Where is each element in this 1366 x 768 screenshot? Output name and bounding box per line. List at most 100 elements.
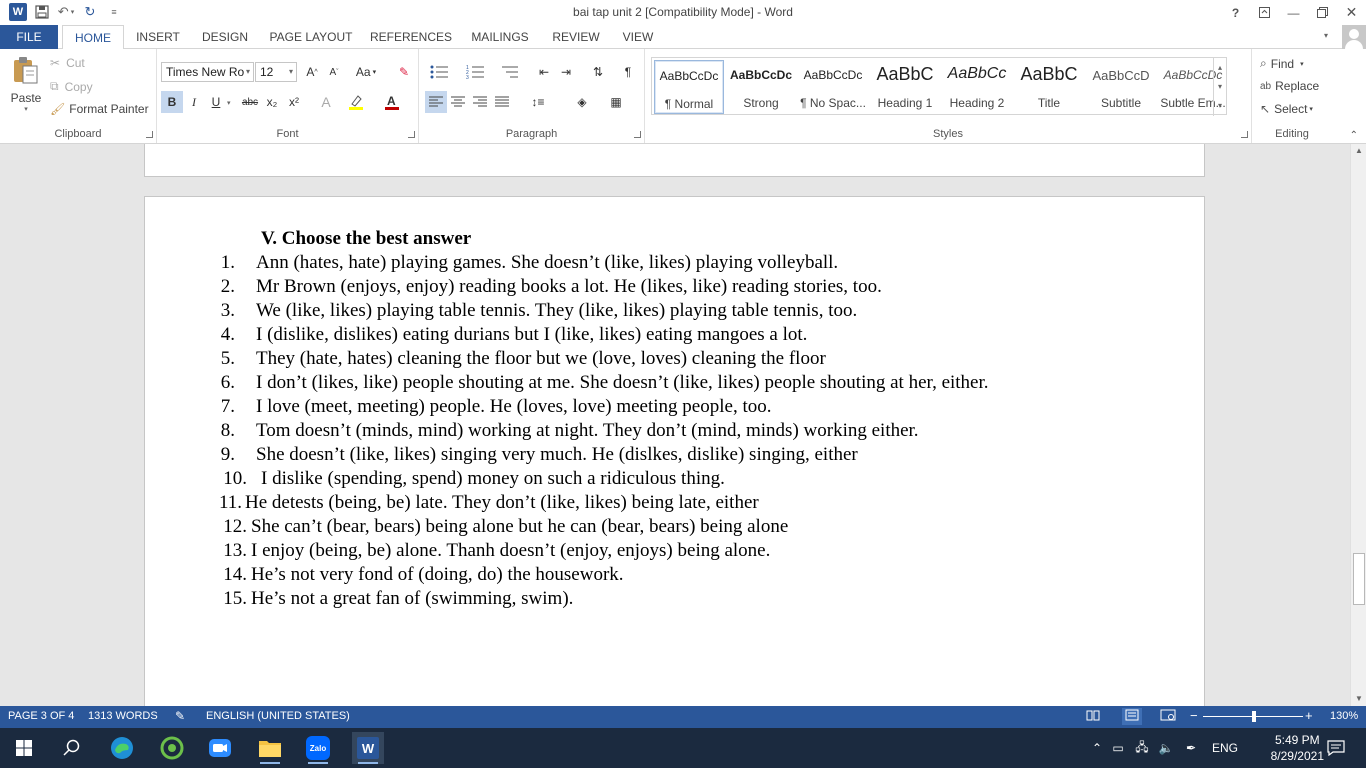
- show-formatting-icon[interactable]: ¶: [617, 61, 639, 83]
- paragraph-launcher-icon[interactable]: [634, 131, 641, 138]
- style-subtitle[interactable]: AaBbCcD Subtitle: [1086, 60, 1156, 114]
- line-spacing-icon[interactable]: ↕≡: [523, 91, 553, 113]
- borders-icon[interactable]: ▦: [601, 91, 631, 113]
- pen-icon[interactable]: ✒: [1178, 741, 1204, 755]
- restore-icon[interactable]: [1308, 0, 1337, 25]
- collapse-ribbon-icon[interactable]: ⌃: [1350, 130, 1358, 141]
- style-heading-2[interactable]: AaBbCc Heading 2: [942, 60, 1012, 114]
- align-center-icon[interactable]: [447, 91, 469, 113]
- find-button[interactable]: ⌕ Find ▾: [1260, 56, 1304, 71]
- chevron-down-icon[interactable]: ▾: [1324, 31, 1328, 40]
- network-icon[interactable]: 🖧: [1130, 738, 1154, 759]
- app-green-icon[interactable]: [156, 732, 188, 764]
- tab-home[interactable]: HOME: [62, 25, 124, 50]
- font-size-box[interactable]: 12 ▾: [255, 62, 297, 82]
- style-title[interactable]: AaBbC Title: [1014, 60, 1084, 114]
- document-area[interactable]: V. Choose the best answer 1. Ann (hates, …: [0, 144, 1350, 706]
- shrink-font-icon[interactable]: Aˇ: [323, 61, 345, 83]
- shading-icon[interactable]: ◈: [567, 91, 597, 113]
- bold-button[interactable]: B: [161, 91, 183, 113]
- help-button[interactable]: ?: [1221, 0, 1250, 25]
- zoom-level[interactable]: 130%: [1330, 710, 1358, 722]
- strikethrough-button[interactable]: abc: [239, 91, 261, 113]
- paste-button[interactable]: Paste ▾: [6, 55, 46, 121]
- account-avatar[interactable]: [1342, 25, 1366, 49]
- decrease-indent-icon[interactable]: ⇤: [533, 61, 555, 83]
- zoom-meeting-icon[interactable]: [204, 732, 236, 764]
- vertical-scrollbar[interactable]: ▲ ▼: [1350, 144, 1366, 706]
- highlight-icon[interactable]: [345, 91, 367, 113]
- multilevel-list-icon[interactable]: [495, 61, 525, 83]
- format-painter-button[interactable]: 🖌 Format Painter: [50, 102, 149, 116]
- notifications-icon[interactable]: [1320, 732, 1352, 764]
- bullets-icon[interactable]: [425, 61, 455, 83]
- tab-references[interactable]: REFERENCES: [368, 25, 454, 49]
- styles-launcher-icon[interactable]: [1241, 131, 1248, 138]
- tab-insert[interactable]: INSERT: [130, 25, 186, 49]
- cut-button[interactable]: ✂ Cut: [50, 56, 85, 70]
- select-button[interactable]: ↖ Select ▾: [1260, 102, 1313, 116]
- word-count[interactable]: 1313 WORDS: [88, 710, 158, 722]
- style-no-spacing[interactable]: AaBbCcDc ¶ No Spac...: [798, 60, 868, 114]
- gallery-scroll[interactable]: ▴ ▾ ▾: [1213, 58, 1226, 116]
- copy-button[interactable]: ⧉ Copy: [50, 79, 93, 94]
- page-count[interactable]: PAGE 3 OF 4: [8, 710, 74, 722]
- minimize-icon[interactable]: —: [1279, 0, 1308, 25]
- style-normal[interactable]: AaBbCcDc ¶ Normal: [654, 60, 724, 114]
- gallery-more-icon[interactable]: ▾: [1214, 96, 1226, 115]
- edge-browser-icon[interactable]: [106, 732, 138, 764]
- tab-view[interactable]: VIEW: [616, 25, 660, 49]
- zoom-in-button[interactable]: +: [1305, 708, 1313, 723]
- windows-start-icon[interactable]: [8, 732, 40, 764]
- align-right-icon[interactable]: [469, 91, 491, 113]
- read-mode-icon[interactable]: [1086, 709, 1100, 724]
- proofing-icon[interactable]: ✎: [175, 709, 185, 723]
- tab-page-layout[interactable]: PAGE LAYOUT: [264, 25, 358, 49]
- zoom-out-button[interactable]: −: [1190, 708, 1198, 723]
- zoom-slider-thumb[interactable]: [1252, 711, 1256, 722]
- ribbon-display-options-icon[interactable]: [1250, 0, 1279, 25]
- input-language[interactable]: ENG: [1204, 741, 1246, 755]
- word-taskbar-icon[interactable]: W: [352, 732, 384, 764]
- numbering-icon[interactable]: 123: [461, 61, 491, 83]
- chevron-down-icon[interactable]: ▾: [227, 99, 231, 107]
- change-case-button[interactable]: Aa ▾: [351, 61, 381, 83]
- document-page[interactable]: V. Choose the best answer 1. Ann (hates, …: [144, 196, 1205, 706]
- web-layout-icon[interactable]: [1160, 709, 1176, 724]
- style-heading-1[interactable]: AaBbC Heading 1: [870, 60, 940, 114]
- volume-icon[interactable]: 🔈: [1154, 741, 1178, 755]
- tab-mailings[interactable]: MAILINGS: [464, 25, 536, 49]
- close-icon[interactable]: ✕: [1337, 0, 1366, 25]
- scroll-up-icon[interactable]: ▲: [1351, 144, 1366, 158]
- search-icon[interactable]: [56, 732, 88, 764]
- battery-icon[interactable]: ▭: [1106, 741, 1130, 755]
- font-name-box[interactable]: Times New Ro ▾: [161, 62, 254, 82]
- zalo-icon[interactable]: Zalo: [302, 732, 334, 764]
- justify-icon[interactable]: [491, 91, 513, 113]
- grow-font-icon[interactable]: A ^: [301, 61, 323, 83]
- gallery-down-icon[interactable]: ▾: [1214, 77, 1226, 96]
- scroll-thumb[interactable]: [1353, 553, 1365, 605]
- system-clock[interactable]: 5:49 PM 8/29/2021: [1271, 732, 1324, 764]
- subscript-button[interactable]: x₂: [261, 91, 283, 113]
- style-strong[interactable]: AaBbCcDc Strong: [726, 60, 796, 114]
- align-left-icon[interactable]: [425, 91, 447, 113]
- tab-design[interactable]: DESIGN: [196, 25, 254, 49]
- tab-file[interactable]: FILE: [0, 25, 58, 49]
- replace-button[interactable]: ab Replace: [1260, 79, 1319, 93]
- tab-review[interactable]: REVIEW: [546, 25, 606, 49]
- show-hidden-icons-icon[interactable]: ⌃: [1088, 741, 1106, 755]
- gallery-up-icon[interactable]: ▴: [1214, 58, 1226, 77]
- scroll-down-icon[interactable]: ▼: [1351, 692, 1366, 706]
- clipboard-launcher-icon[interactable]: [146, 131, 153, 138]
- italic-button[interactable]: I: [183, 91, 205, 113]
- sort-icon[interactable]: ⇅: [587, 61, 609, 83]
- text-effects-icon[interactable]: A: [315, 91, 337, 113]
- font-color-icon[interactable]: A: [381, 91, 403, 113]
- print-layout-icon[interactable]: [1122, 708, 1142, 725]
- increase-indent-icon[interactable]: ⇥: [555, 61, 577, 83]
- file-explorer-icon[interactable]: [254, 732, 286, 764]
- underline-button[interactable]: U: [205, 91, 227, 113]
- language[interactable]: ENGLISH (UNITED STATES): [206, 710, 350, 722]
- font-launcher-icon[interactable]: [408, 131, 415, 138]
